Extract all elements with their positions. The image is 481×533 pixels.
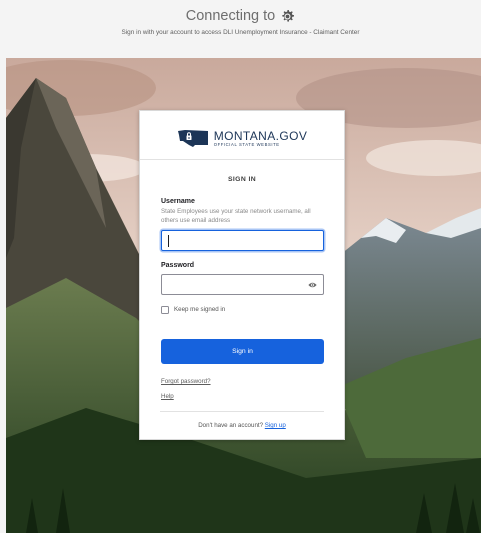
sign-up-link[interactable]: Sign up: [265, 422, 286, 429]
text-caret: [168, 235, 169, 247]
help-link[interactable]: Help: [161, 393, 174, 400]
password-input[interactable]: [161, 274, 324, 295]
footer-divider: [160, 411, 324, 412]
montana-gov-logo: MONTANA.GOV OFFICIAL STATE WEBSITE: [140, 126, 344, 152]
top-banner: Connecting to Sign in with your account …: [0, 0, 481, 58]
connecting-label: Connecting to: [185, 8, 276, 24]
username-input[interactable]: [161, 230, 324, 251]
logo-main-text: MONTANA.GOV: [213, 129, 308, 143]
keep-signed-in-label[interactable]: Keep me signed in: [174, 306, 225, 313]
logo-sub-text: OFFICIAL STATE WEBSITE: [213, 142, 280, 147]
no-account-text: Don't have an account?: [198, 422, 264, 429]
keep-signed-in-checkbox[interactable]: [161, 306, 169, 314]
header-divider: [140, 159, 344, 160]
gear-icon: [282, 9, 295, 22]
connecting-heading: Connecting to: [0, 8, 481, 24]
sign-in-title: SIGN IN: [227, 176, 257, 183]
montana-state-icon: [177, 130, 208, 147]
sign-in-button[interactable]: Sign in: [161, 339, 324, 364]
username-label: Username: [161, 198, 195, 205]
sign-in-card: MONTANA.GOV OFFICIAL STATE WEBSITE SIGN …: [139, 110, 345, 440]
signup-line: Don't have an account? Sign up: [140, 422, 344, 429]
eye-icon[interactable]: [308, 281, 317, 289]
forgot-password-link[interactable]: Forgot password?: [161, 378, 211, 385]
logo-text: MONTANA.GOV OFFICIAL STATE WEBSITE: [214, 130, 308, 148]
username-hint: State Employees use your state network u…: [161, 208, 311, 224]
banner-subtitle: Sign in with your account to access DLI …: [121, 29, 360, 36]
password-label: Password: [161, 262, 195, 269]
